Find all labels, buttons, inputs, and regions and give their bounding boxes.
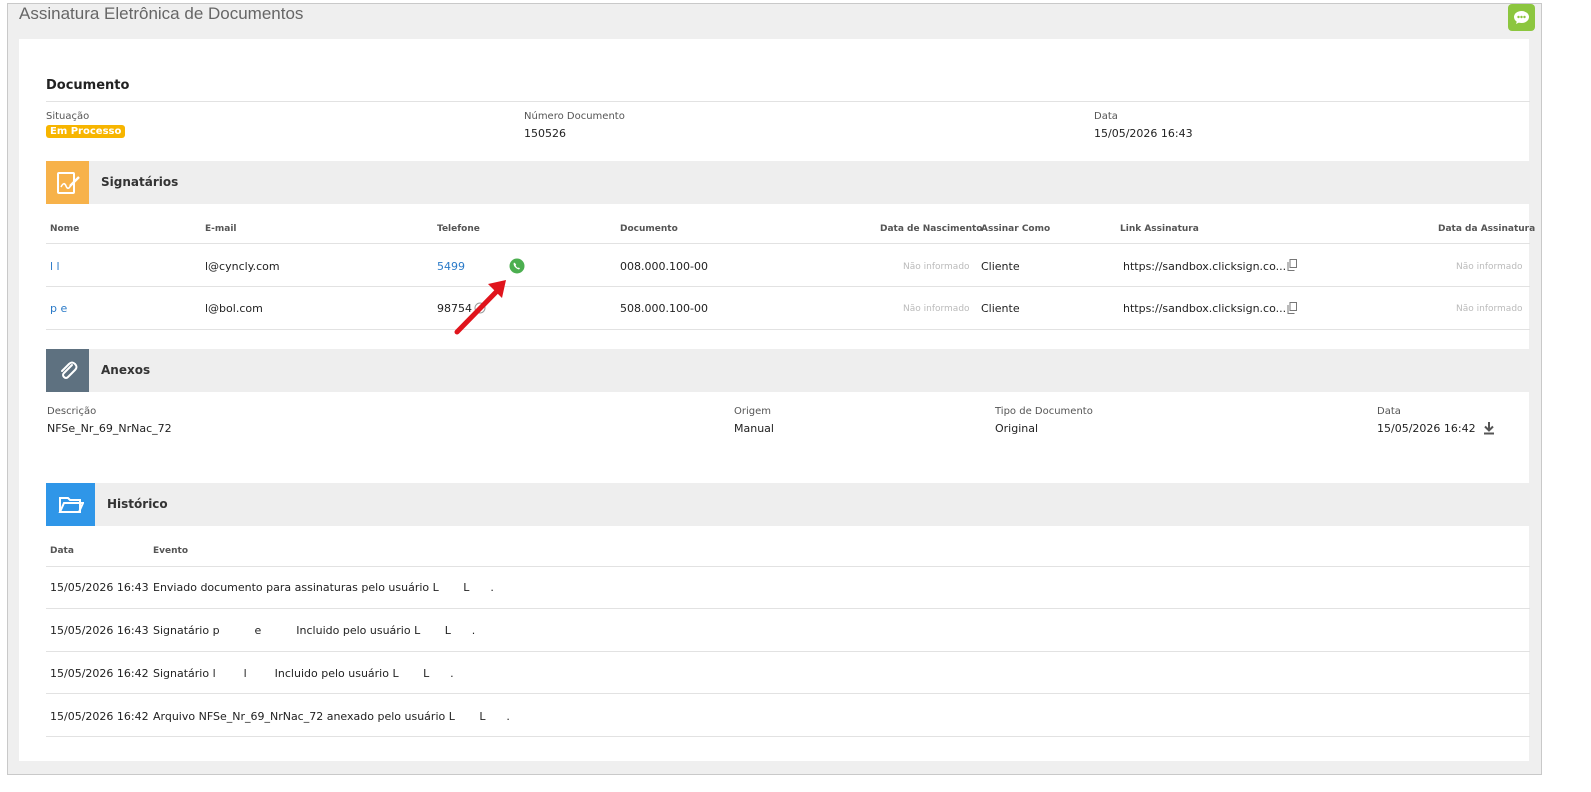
historico-title: Histórico (107, 497, 168, 511)
signatario-documento: 508.000.100-00 (620, 302, 708, 315)
divider (46, 693, 1530, 694)
page-title: Assinatura Eletrônica de Documentos (19, 4, 304, 23)
col-assinar: Assinar Como (981, 224, 1051, 234)
documento-title: Documento (46, 78, 130, 93)
descricao-label: Descrição (47, 406, 97, 417)
signatario-nascimento: Não informado (903, 304, 970, 314)
col-documento: Documento (620, 224, 678, 234)
signatario-assinar: Cliente (981, 260, 1020, 273)
signatario-link: https://sandbox.clicksign.co... (1123, 302, 1287, 315)
hist-evento: Signatário l l Incluido pelo usuário L L… (153, 667, 454, 680)
col-telefone: Telefone (437, 224, 480, 234)
divider (46, 286, 1530, 287)
data-label: Data (1094, 111, 1118, 122)
signatario-nascimento: Não informado (903, 262, 970, 272)
signature-icon (46, 161, 89, 204)
data-value: 15/05/2026 16:43 (1094, 127, 1193, 140)
divider (46, 608, 1530, 609)
signatario-documento: 008.000.100-00 (620, 260, 708, 273)
divider (46, 101, 1530, 102)
hist-data: 15/05/2026 16:42 (50, 710, 149, 723)
signatario-data-assinatura: Não informado (1456, 304, 1523, 314)
hist-evento: Enviado documento para assinaturas pelo … (153, 581, 494, 594)
col-nome: Nome (50, 224, 80, 234)
tipo-value: Original (995, 422, 1039, 435)
content-panel (19, 39, 1529, 761)
hist-data: 15/05/2026 16:42 (50, 667, 149, 680)
copy-icon[interactable] (1287, 259, 1297, 271)
signatario-email: l@bol.com (205, 302, 263, 315)
download-icon[interactable] (1482, 421, 1496, 435)
tipo-label: Tipo de Documento (995, 406, 1093, 417)
col-link: Link Assinatura (1120, 224, 1199, 234)
descricao-value: NFSe_Nr_69_NrNac_72 (47, 422, 172, 435)
hist-evento: Arquivo NFSe_Nr_69_NrNac_72 anexado pelo… (153, 710, 510, 723)
numero-value: 150526 (524, 127, 566, 140)
signatario-email: l@cyncly.com (205, 260, 280, 273)
col-nascimento: Data de Nascimento (880, 224, 983, 234)
folder-icon (46, 483, 95, 526)
col-data-assinatura: Data da Assinatura (1438, 224, 1536, 234)
hist-data: 15/05/2026 16:43 (50, 624, 149, 637)
col-hist-data: Data (50, 546, 74, 556)
col-email: E-mail (205, 224, 237, 234)
signatario-nome-link[interactable]: p e (50, 302, 67, 315)
divider (46, 736, 1530, 737)
chat-button[interactable] (1508, 4, 1535, 31)
divider (46, 329, 1530, 330)
anexo-data-value: 15/05/2026 16:42 (1377, 422, 1476, 435)
signatario-data-assinatura: Não informado (1456, 262, 1523, 272)
chat-bubble-icon (1514, 11, 1529, 24)
copy-icon[interactable] (1287, 302, 1297, 314)
col-hist-evento: Evento (153, 546, 189, 556)
divider (46, 651, 1530, 652)
signatario-assinar: Cliente (981, 302, 1020, 315)
origem-label: Origem (734, 406, 772, 417)
numero-label: Número Documento (524, 111, 625, 122)
origem-value: Manual (734, 422, 774, 435)
historico-header: Histórico (46, 483, 1530, 526)
status-badge: Em Processo (46, 125, 126, 138)
signatarios-title: Signatários (101, 175, 179, 189)
paperclip-icon (46, 349, 89, 392)
anexos-title: Anexos (101, 363, 151, 377)
signatario-link: https://sandbox.clicksign.co... (1123, 260, 1287, 273)
divider (46, 566, 1530, 567)
hist-evento: Signatário p e Incluido pelo usuário L L… (153, 624, 476, 637)
signatarios-header: Signatários (46, 161, 1530, 204)
divider (46, 243, 1530, 244)
annotation-arrow-icon (454, 280, 506, 335)
anexo-data-label: Data (1377, 406, 1401, 417)
hist-data: 15/05/2026 16:43 (50, 581, 149, 594)
signatario-nome-link[interactable]: l l (50, 260, 60, 273)
anexos-header: Anexos (46, 349, 1530, 392)
situacao-label: Situação (46, 111, 90, 122)
